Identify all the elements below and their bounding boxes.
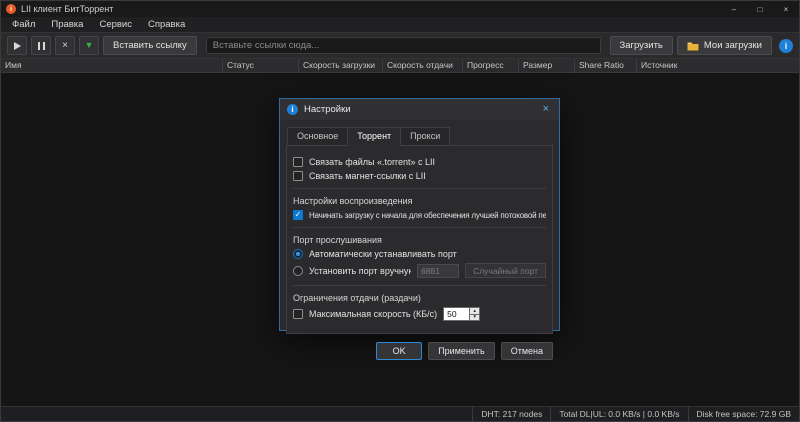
associate-magnet-row: Связать магнет-ссылки с LII <box>293 171 546 181</box>
close-button[interactable]: × <box>773 1 799 17</box>
dialog-body: Основное Торрент Прокси Связать файлы «.… <box>280 120 559 368</box>
auto-port-label: Автоматически устанавливать порт <box>309 249 457 259</box>
associate-torrent-checkbox[interactable] <box>293 157 303 167</box>
pause-icon <box>37 41 45 50</box>
auto-port-row: Автоматически устанавливать порт <box>293 249 546 259</box>
dht-status: DHT: 217 nodes <box>472 407 550 421</box>
upload-limit-section-label: Ограничения отдачи (раздачи) <box>293 293 421 303</box>
associate-torrent-row: Связать файлы «.torrent» с LII <box>293 157 546 167</box>
column-header-name[interactable]: Имя <box>1 59 223 72</box>
titlebar: i LII клиент БитТоррент – □ × <box>1 1 799 17</box>
pause-button[interactable] <box>31 36 51 55</box>
paste-link-button[interactable]: Вставить ссылку <box>103 36 197 55</box>
disk-space-status: Disk free space: 72.9 GB <box>687 407 800 421</box>
tab-torrent[interactable]: Торрент <box>347 127 402 146</box>
menu-file[interactable]: Файл <box>4 17 43 32</box>
dialog-title: Настройки <box>304 104 351 115</box>
resume-button[interactable] <box>7 36 27 55</box>
my-downloads-label: Мои загрузки <box>703 40 762 51</box>
minimize-button[interactable]: – <box>721 1 747 17</box>
manual-port-input[interactable] <box>417 263 460 278</box>
tab-general[interactable]: Основное <box>287 127 349 145</box>
app-icon: i <box>6 4 16 14</box>
add-torrent-button[interactable]: ▼ <box>79 36 99 55</box>
stream-first-row: Начинать загрузку с начала для обеспечен… <box>293 210 546 220</box>
column-header-size[interactable]: Размер <box>519 59 575 72</box>
settings-dialog: i Настройки × Основное Торрент Прокси Св… <box>279 98 560 360</box>
divider <box>293 188 546 189</box>
link-input[interactable] <box>205 37 601 54</box>
apply-button[interactable]: Применить <box>428 342 495 360</box>
statusbar: DHT: 217 nodes Total DL|UL: 0.0 KB/s | 0… <box>1 406 799 421</box>
total-speed-status: Total DL|UL: 0.0 KB/s | 0.0 KB/s <box>550 407 687 421</box>
toolbar: × ▼ Вставить ссылку Загрузить Мои загруз… <box>1 32 799 59</box>
remove-icon: × <box>62 39 68 51</box>
window-title: LII клиент БитТоррент <box>21 4 114 14</box>
column-header-source[interactable]: Источник <box>637 59 799 72</box>
max-speed-checkbox[interactable] <box>293 309 303 319</box>
column-header-download-speed[interactable]: Скорость загрузки <box>299 59 383 72</box>
dialog-titlebar: i Настройки × <box>280 99 559 120</box>
ok-button[interactable]: OK <box>376 342 423 360</box>
max-speed-label: Максимальная скорость (КБ/с) <box>309 309 438 319</box>
tab-proxy[interactable]: Прокси <box>400 127 451 145</box>
remove-button[interactable]: × <box>55 36 75 55</box>
manual-port-radio[interactable] <box>293 265 303 276</box>
menu-help[interactable]: Справка <box>140 17 193 32</box>
manual-port-label: Установить порт вручную <box>309 265 412 276</box>
dialog-app-icon: i <box>287 104 298 115</box>
random-port-button[interactable]: Случайный порт <box>465 263 546 278</box>
torrent-table-header: Имя Статус Скорость загрузки Скорость от… <box>1 59 799 73</box>
associate-torrent-label: Связать файлы «.torrent» с LII <box>309 157 435 167</box>
download-button[interactable]: Загрузить <box>609 36 673 55</box>
divider <box>293 227 546 228</box>
menubar: Файл Правка Сервис Справка <box>1 17 799 32</box>
my-downloads-button[interactable]: Мои загрузки <box>676 36 772 55</box>
auto-port-radio[interactable] <box>293 249 303 259</box>
play-icon <box>13 41 21 50</box>
max-speed-row: Максимальная скорость (КБ/с) ▲ ▼ <box>293 307 546 321</box>
column-header-status[interactable]: Статус <box>223 59 299 72</box>
info-icon[interactable]: i <box>779 38 793 53</box>
associate-magnet-label: Связать магнет-ссылки с LII <box>309 171 426 181</box>
column-header-share-ratio[interactable]: Share Ratio <box>575 59 637 72</box>
folder-icon <box>687 41 699 51</box>
dialog-close-icon[interactable]: × <box>540 102 552 117</box>
max-speed-spinbox: ▲ ▼ <box>443 307 481 321</box>
dialog-button-row: OK Применить Отмена <box>286 342 553 360</box>
cancel-button[interactable]: Отмена <box>500 342 553 360</box>
dialog-tabs: Основное Торрент Прокси <box>286 127 553 146</box>
manual-port-row: Установить порт вручную Случайный порт <box>293 263 546 278</box>
stream-first-label: Начинать загрузку с начала для обеспечен… <box>309 210 546 220</box>
column-header-upload-speed[interactable]: Скорость отдачи <box>383 59 463 72</box>
spin-arrows: ▲ ▼ <box>469 307 481 321</box>
menu-service[interactable]: Сервис <box>91 17 140 32</box>
spin-down-icon[interactable]: ▼ <box>469 314 481 321</box>
associate-magnet-checkbox[interactable] <box>293 171 303 181</box>
arrow-down-icon: ▼ <box>84 40 94 50</box>
maximize-button[interactable]: □ <box>747 1 773 17</box>
port-section-label: Порт прослушивания <box>293 235 382 245</box>
torrent-tab-panel: Связать файлы «.torrent» с LII Связать м… <box>286 145 553 334</box>
menu-edit[interactable]: Правка <box>43 17 91 32</box>
stream-first-checkbox[interactable] <box>293 210 303 220</box>
divider <box>293 285 546 286</box>
max-speed-input[interactable] <box>443 307 470 321</box>
playback-section-label: Настройки воспроизведения <box>293 196 413 206</box>
column-header-progress[interactable]: Прогресс <box>463 59 519 72</box>
